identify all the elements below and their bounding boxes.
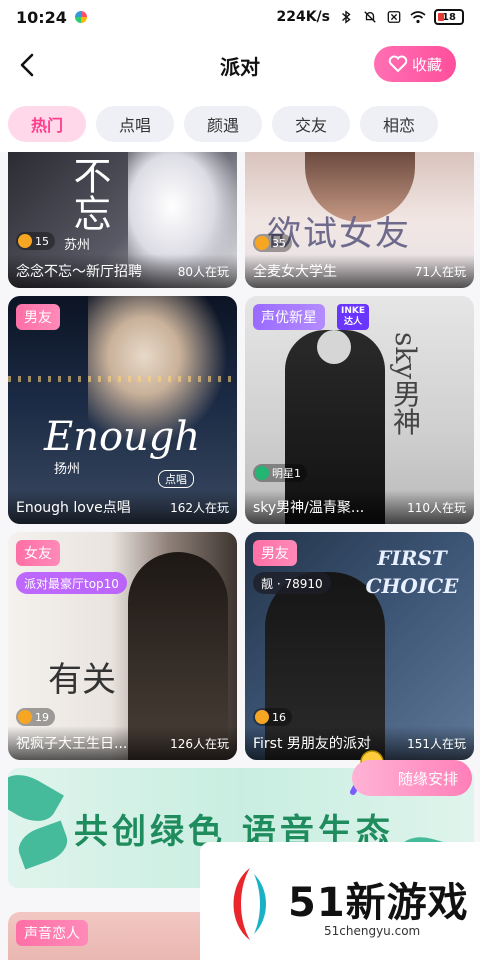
inke-badge: INKE 达人 (337, 304, 370, 330)
favorite-button[interactable]: 收藏 (374, 46, 456, 82)
room-level-badge: 19 (16, 708, 55, 726)
room-level: 19 (35, 710, 49, 724)
room-tag: 女友 (16, 540, 60, 566)
status-time: 10:24 (16, 7, 67, 27)
tab-sing[interactable]: 点唱 (96, 106, 174, 142)
room-sub-badge: 派对最豪厅top10 (16, 572, 127, 594)
room-art-title: sky男神 (389, 332, 422, 436)
no-sim-icon (387, 11, 401, 23)
room-tag: 声音恋人 (16, 920, 88, 946)
room-art-title: FIRST CHOICE (365, 546, 459, 598)
room-name: 念念不忘～新厅招聘 (16, 264, 142, 280)
network-speed: 224K/s (276, 9, 330, 25)
tab-love[interactable]: 相恋 (360, 106, 438, 142)
app-notification-icon (74, 11, 87, 23)
mute-bell-icon (364, 11, 376, 23)
room-level: 15 (35, 234, 49, 248)
category-tabs: 热门 点唱 颜遇 交友 相恋 (0, 96, 480, 152)
tab-looks[interactable]: 颜遇 (184, 106, 262, 142)
room-card[interactable]: 男友 Enough 扬州 点唱 Enough love点唱 162人在玩 (8, 296, 237, 524)
room-level-badge: 15 (16, 232, 55, 250)
bluetooth-icon (342, 10, 351, 24)
watermark-url: 51chengyu.com (324, 924, 421, 938)
favorite-label: 收藏 (411, 55, 442, 74)
room-name: 祝疯子大王生日... (16, 736, 128, 752)
room-art-head (317, 330, 351, 364)
room-tag: 声优新星 (253, 304, 325, 330)
room-count: 162人在玩 (170, 500, 229, 515)
watermark-brand: 51新游戏 (288, 880, 469, 926)
level-gem-icon (18, 710, 32, 724)
tab-hot[interactable]: 热门 (8, 106, 86, 142)
room-art-title: 不忘 (67, 156, 111, 232)
nav-bar: 派对 收藏 (0, 34, 480, 96)
wifi-icon (410, 11, 426, 24)
room-level-badge: 16 (253, 708, 292, 726)
room-level: 16 (272, 710, 286, 724)
tab-friends[interactable]: 交友 (272, 106, 350, 142)
heart-icon (388, 55, 408, 73)
room-level-badge: 35 (253, 234, 292, 252)
banner-leaf-decoration (13, 820, 73, 870)
random-match-button[interactable]: 随缘安排 (352, 760, 472, 796)
battery-icon: 18 (434, 9, 464, 25)
room-count: 71人在玩 (414, 264, 466, 279)
level-gem-icon (18, 234, 32, 248)
room-card[interactable]: 不忘 15 苏州 念念不忘～新厅招聘 80人在玩 (8, 152, 237, 288)
room-count: 110人在玩 (407, 500, 466, 515)
room-tag: 男友 (253, 540, 297, 566)
room-location: 扬州 (54, 462, 81, 477)
room-level-badge: 明星1 (253, 464, 307, 482)
room-art-title: 有关 (48, 660, 116, 700)
room-card[interactable]: 女友 派对最豪厅top10 有关 19 祝疯子大王生日... 126人在玩 (8, 532, 237, 760)
room-sub-art: 点唱 (158, 470, 194, 488)
room-name: 全麦女大学生 (253, 264, 337, 280)
room-card[interactable]: 声优新星 INKE 达人 sky男神 明星1 sky男神/温青聚... 110人… (245, 296, 474, 524)
room-level: 35 (272, 236, 286, 250)
room-count: 80人在玩 (177, 264, 229, 279)
room-caption: 全麦女大学生 71人在玩 (245, 254, 474, 288)
room-caption: Enough love点唱 162人在玩 (8, 490, 237, 524)
status-bar: 10:24 224K/s 18 (0, 0, 480, 34)
room-caption: 祝疯子大王生日... 126人在玩 (8, 726, 237, 760)
room-name: Enough love点唱 (16, 500, 131, 516)
room-caption: sky男神/温青聚... 110人在玩 (245, 490, 474, 524)
room-level: 明星1 (272, 467, 301, 480)
city-lights (8, 376, 237, 382)
room-count: 126人在玩 (170, 736, 229, 751)
watermark: 51新游戏 51chengyu.com (200, 842, 480, 960)
room-location: 苏州 (64, 238, 91, 253)
inke-badge-line2: 达人 (344, 317, 363, 327)
room-card[interactable]: 男友 靓 · 78910 FIRST CHOICE 16 First 男朋友的派… (245, 532, 474, 760)
battery-level: 18 (442, 11, 456, 23)
room-tag: 男友 (16, 304, 60, 330)
room-card[interactable]: 欲试女友 35 全麦女大学生 71人在玩 (245, 152, 474, 288)
level-gem-icon (255, 236, 269, 250)
status-right: 224K/s 18 (276, 9, 464, 25)
room-name: sky男神/温青聚... (253, 500, 365, 516)
room-sub-badge: 靓 · 78910 (253, 572, 331, 594)
room-count: 151人在玩 (407, 736, 466, 751)
room-art-title: Enough (44, 414, 201, 460)
inke-badge-line1: INKE (341, 306, 366, 316)
back-arrow-icon[interactable] (14, 51, 42, 79)
room-caption: 念念不忘～新厅招聘 80人在玩 (8, 254, 237, 288)
level-gem-icon (255, 466, 269, 480)
page-title: 派对 (220, 54, 260, 79)
brand-logo-icon (233, 868, 266, 940)
level-gem-icon (255, 710, 269, 724)
